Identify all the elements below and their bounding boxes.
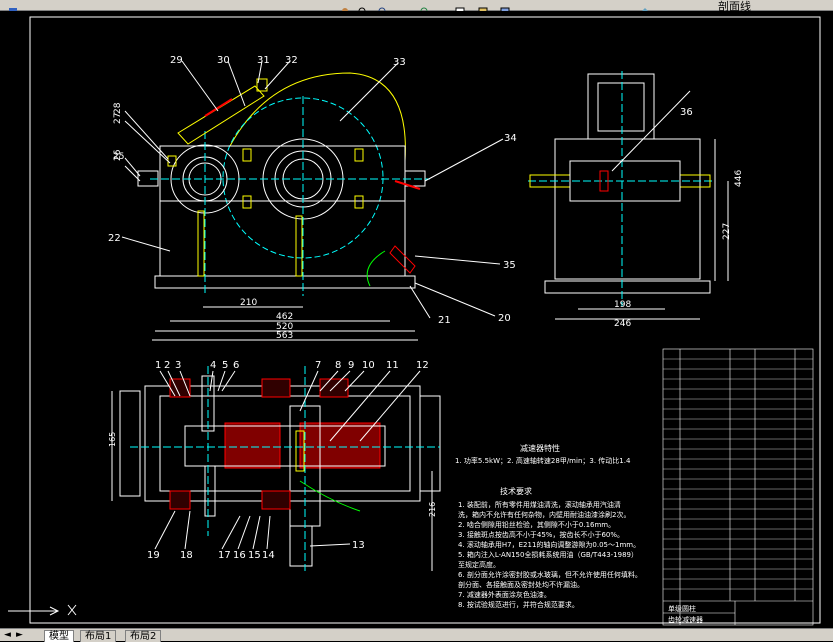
label-28: 28 — [113, 102, 123, 114]
label-6: 6 — [233, 360, 239, 371]
label-18: 18 — [180, 550, 193, 561]
dim-210: 210 — [240, 298, 257, 308]
drawing-border — [29, 16, 821, 624]
label-11: 11 — [386, 360, 399, 371]
dim-top-left: 165 — [108, 432, 117, 447]
label-32: 32 — [285, 55, 298, 66]
label-31: 31 — [257, 55, 270, 66]
label-13: 13 — [352, 540, 365, 551]
label-3: 3 — [175, 360, 181, 371]
label-10: 10 — [362, 360, 375, 371]
label-36: 36 — [680, 107, 693, 118]
label-34: 34 — [504, 133, 517, 144]
pan-icon[interactable] — [340, 0, 350, 14]
tech-line: 3. 接触斑点按齿高不小于45%，按齿长不小于60%。 — [458, 530, 624, 539]
dim-462: 462 — [276, 312, 293, 322]
tab-layout1[interactable]: 布局1 — [80, 630, 117, 642]
front-view — [121, 60, 504, 341]
drawing-canvas[interactable]: 29 30 31 32 33 28 27 26 25 34 22 35 21 2… — [0, 11, 833, 628]
parts-list-rows — [663, 358, 813, 590]
characteristics-text: 1. 功率5.5kW；2. 高速轴转速28甲/min；3. 传动比1.4 — [455, 456, 631, 465]
side-view — [528, 71, 729, 320]
parts-list — [662, 348, 814, 626]
dim-246: 246 — [614, 319, 631, 329]
label-30: 30 — [217, 55, 230, 66]
dim-227: 227 — [722, 223, 732, 240]
top-view — [111, 366, 441, 571]
drawing-svg: 29 30 31 32 33 28 27 26 25 34 22 35 21 2… — [8, 16, 821, 626]
tab-model[interactable]: 模型 — [44, 630, 74, 642]
tech-line: 5. 箱内注入L-AN150全损耗系统用油（GB/T443-1989） — [458, 550, 638, 559]
properties-icon[interactable] — [455, 0, 465, 15]
label-22: 22 — [108, 233, 121, 244]
layer-icon[interactable] — [640, 0, 650, 14]
label-4: 4 — [210, 360, 216, 371]
zoom-realtime-icon[interactable] — [358, 0, 368, 15]
label-2: 2 — [164, 360, 170, 371]
tech-line: 洗，箱内不允许有任何杂物，内壁用耐油油漆涂刷2次。 — [458, 510, 630, 519]
title-block-name-2: 齿轮减速器 — [668, 615, 703, 624]
label-9: 9 — [348, 360, 354, 371]
tech-line: 至规定高度。 — [458, 560, 500, 569]
tech-line: 剖分面、各接触面及密封处均不许漏油。 — [458, 580, 584, 589]
label-8: 8 — [335, 360, 341, 371]
tech-title: 技术要求 — [500, 486, 532, 496]
tool-palette-icon[interactable] — [500, 0, 510, 15]
zoom-window-icon[interactable] — [378, 0, 388, 15]
tech-line: 2. 啮合侧隙用铅丝检验，其侧隙不小于0.16mm。 — [458, 520, 615, 529]
label-15: 15 — [248, 550, 261, 561]
tab-next-button[interactable]: ► — [16, 630, 23, 641]
label-20: 20 — [498, 313, 511, 324]
label-33: 33 — [393, 57, 406, 68]
label-35: 35 — [503, 260, 516, 271]
label-7: 7 — [315, 360, 321, 371]
label-29: 29 — [170, 55, 183, 66]
tech-requirements: 1. 装配前，所有零件用煤油清洗，滚动轴承用汽油清 洗，箱内不允许有任何杂物，内… — [458, 500, 642, 609]
label-12: 12 — [416, 360, 429, 371]
label-21: 21 — [438, 315, 451, 326]
dim-198: 198 — [614, 300, 631, 310]
tab-prev-button[interactable]: ◄ — [4, 630, 11, 641]
dim-top-right: 216 — [428, 502, 437, 517]
tech-line: 4. 滚动轴承用H7，E211的轴向调整游隙为0.05～1mm。 — [458, 540, 640, 549]
label-27: 27 — [113, 113, 123, 124]
tab-layout2[interactable]: 布局2 — [125, 630, 162, 642]
characteristics-title: 减速器特性 — [520, 443, 560, 453]
tech-line: 7. 减速器外表面涂灰色油漆。 — [458, 590, 551, 599]
label-16: 16 — [233, 550, 246, 561]
label-25: 25 — [113, 152, 124, 162]
label-1: 1 — [155, 360, 161, 371]
label-19: 19 — [147, 550, 160, 561]
help-icon[interactable] — [8, 0, 18, 14]
tech-line: 8. 按试验规范进行，并符合规范要求。 — [458, 600, 579, 609]
dim-563: 563 — [276, 331, 293, 341]
layout-tab-bar: ◄ ► 模型 布局1 布局2 — [0, 628, 833, 642]
label-17: 17 — [218, 550, 231, 561]
tech-line: 6. 剖分面允许涂密封胶或水玻璃，但不允许使用任何填料。 — [458, 570, 642, 579]
tech-line: 1. 装配前，所有零件用煤油清洗，滚动轴承用汽油清 — [458, 500, 621, 509]
standard-toolbar: 剖面线 — [0, 0, 833, 15]
zoom-previous-icon[interactable] — [420, 0, 430, 15]
design-center-icon[interactable] — [478, 0, 488, 15]
dim-446: 446 — [734, 170, 744, 187]
label-5: 5 — [222, 360, 228, 371]
ucs-icon — [8, 604, 77, 616]
label-14: 14 — [262, 550, 275, 561]
title-block-name-1: 单级圆柱 — [668, 604, 696, 613]
